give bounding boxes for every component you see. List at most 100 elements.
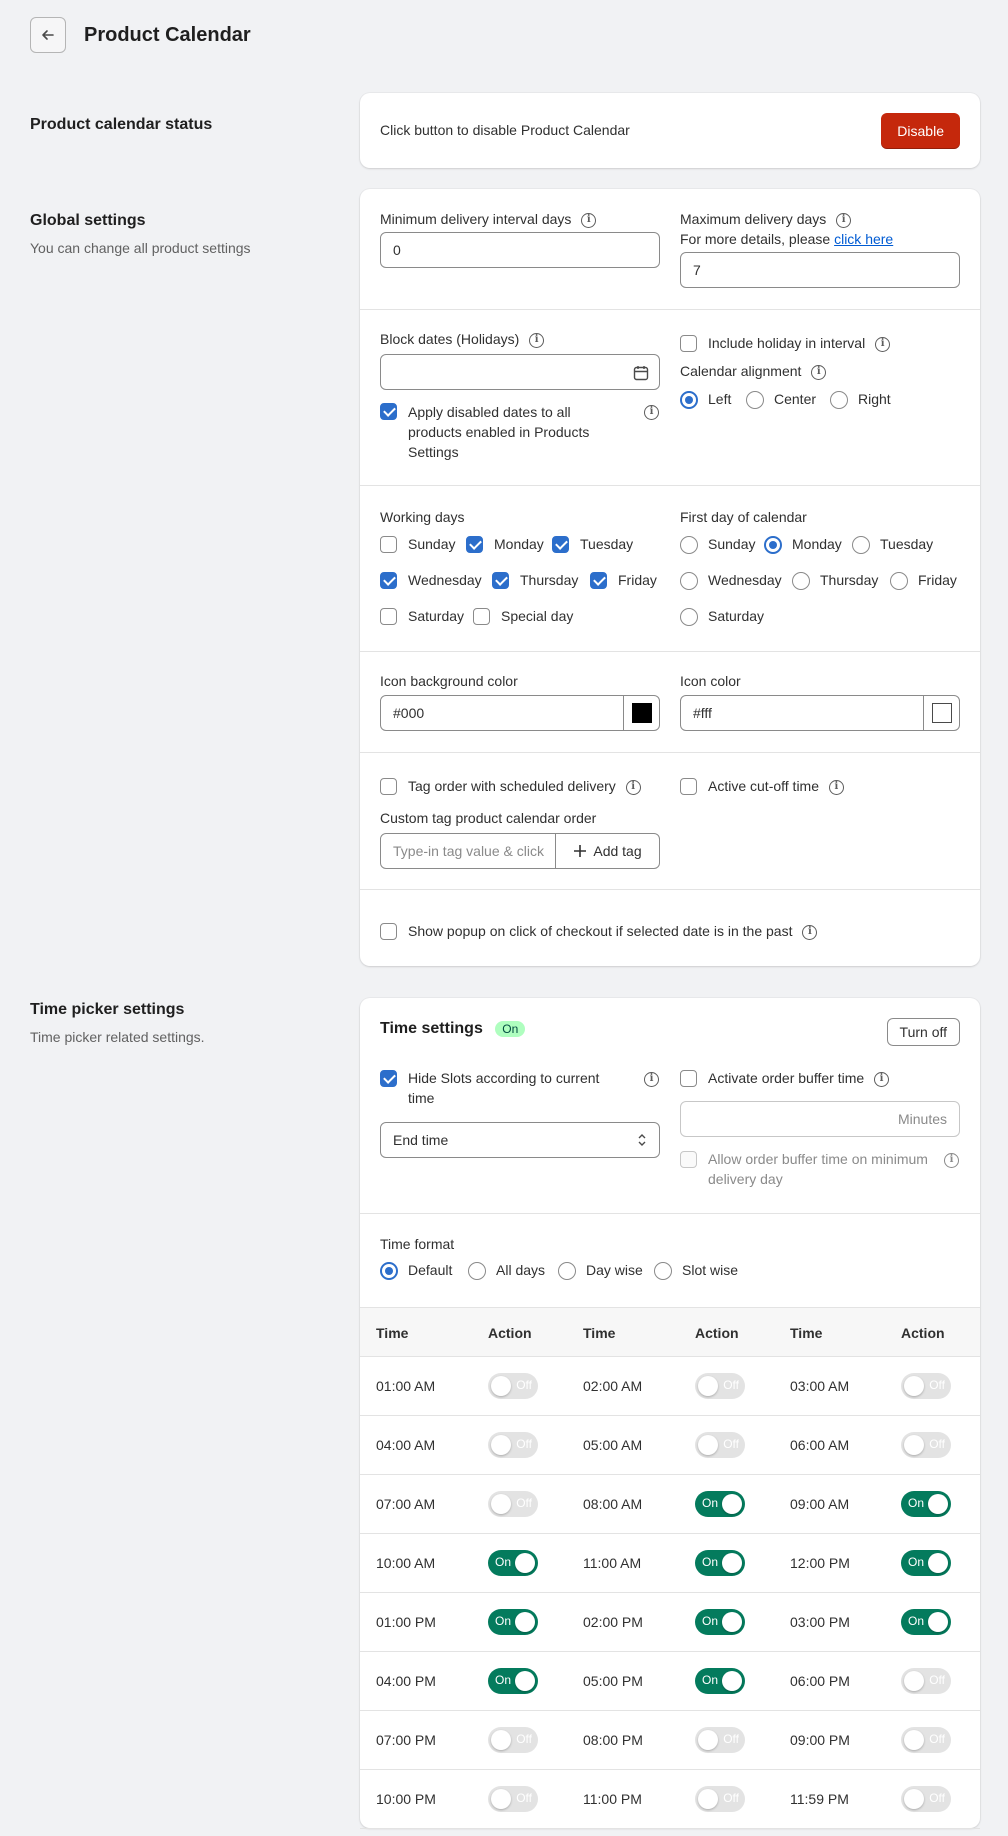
global-heading: Global settings: [30, 212, 146, 229]
tag-order-checkbox[interactable]: [380, 778, 397, 795]
first-day-thursday-radio[interactable]: [792, 572, 810, 590]
disable-button[interactable]: Disable: [881, 113, 960, 149]
alignment-center-radio[interactable]: [746, 391, 764, 409]
back-button[interactable]: [30, 17, 66, 53]
info-icon[interactable]: i: [529, 332, 545, 348]
alignment-right-radio[interactable]: [830, 391, 848, 409]
arrow-left-icon: [42, 30, 54, 40]
time-slot-toggle[interactable]: On: [901, 1491, 951, 1517]
working-day-monday-checkbox[interactable]: [466, 536, 483, 553]
info-icon[interactable]: i: [811, 364, 827, 380]
time-slot-toggle[interactable]: On: [488, 1550, 538, 1576]
working-day-sunday-label: Sunday: [408, 536, 456, 552]
include-holiday-checkbox[interactable]: [680, 335, 697, 352]
hide-slots-checkbox[interactable]: [380, 1070, 397, 1087]
time-slot-toggle[interactable]: Off: [488, 1432, 538, 1458]
info-icon[interactable]: i: [625, 779, 641, 795]
custom-tag-input[interactable]: Type-in tag value & click: [381, 843, 555, 859]
toggle-knob: [698, 1435, 718, 1455]
end-time-select[interactable]: End time: [380, 1122, 660, 1158]
minutes-input[interactable]: Minutes: [680, 1101, 960, 1137]
time-slot-toggle[interactable]: On: [695, 1550, 745, 1576]
buffer-time-checkbox[interactable]: [680, 1070, 697, 1087]
time-slot-toggle[interactable]: Off: [901, 1727, 951, 1753]
table-row: 10:00 AM On 11:00 AM On 12:00 PM On: [360, 1534, 980, 1593]
max-delivery-input[interactable]: 7: [680, 252, 960, 288]
min-delivery-input[interactable]: 0: [380, 232, 660, 268]
info-icon[interactable]: i: [874, 1071, 890, 1087]
time-format-day-wise-radio[interactable]: [558, 1262, 576, 1280]
icon-color-swatch[interactable]: [923, 696, 959, 730]
allow-buffer-checkbox[interactable]: [680, 1151, 697, 1168]
info-icon[interactable]: i: [836, 212, 852, 228]
info-icon[interactable]: i: [828, 779, 844, 795]
time-slot-label: 02:00 AM: [583, 1378, 643, 1394]
icon-bg-input[interactable]: #000: [380, 695, 660, 731]
toggle-state-label: Off: [929, 1732, 945, 1746]
info-icon[interactable]: i: [644, 1072, 659, 1087]
time-slot-toggle[interactable]: Off: [695, 1373, 745, 1399]
time-slot-toggle[interactable]: On: [488, 1609, 538, 1635]
first-day-sunday-label: Sunday: [708, 536, 756, 552]
time-slot-toggle[interactable]: Off: [488, 1373, 538, 1399]
toggle-knob: [491, 1376, 511, 1396]
block-dates-input[interactable]: [380, 354, 660, 390]
calendar-icon[interactable]: [633, 365, 649, 381]
icon-color-input[interactable]: #fff: [680, 695, 960, 731]
time-slot-toggle[interactable]: On: [695, 1609, 745, 1635]
alignment-left-radio[interactable]: [680, 391, 698, 409]
time-slot-toggle[interactable]: On: [901, 1550, 951, 1576]
turn-off-button[interactable]: Turn off: [886, 1018, 960, 1046]
time-slot-toggle[interactable]: Off: [695, 1727, 745, 1753]
working-day-wednesday-checkbox[interactable]: [380, 572, 397, 589]
add-tag-button[interactable]: Add tag: [555, 834, 659, 868]
time-slot-label: 08:00 AM: [583, 1496, 643, 1512]
first-day-monday-radio[interactable]: [764, 536, 782, 554]
block-dates-label-text: Block dates (Holidays): [380, 331, 520, 347]
time-slot-toggle[interactable]: Off: [901, 1668, 951, 1694]
time-slot-toggle[interactable]: On: [695, 1668, 745, 1694]
time-slot-toggle[interactable]: Off: [488, 1491, 538, 1517]
show-popup-checkbox[interactable]: [380, 923, 397, 940]
first-day-wednesday-radio[interactable]: [680, 572, 698, 590]
toggle-knob: [928, 1553, 948, 1573]
apply-disabled-checkbox[interactable]: [380, 403, 397, 420]
time-slot-toggle[interactable]: Off: [488, 1786, 538, 1812]
first-day-sunday-radio[interactable]: [680, 536, 698, 554]
time-slot-toggle[interactable]: Off: [901, 1373, 951, 1399]
time-format-default-radio[interactable]: [380, 1262, 398, 1280]
time-slot-toggle[interactable]: Off: [901, 1432, 951, 1458]
special-day-checkbox[interactable]: [473, 608, 490, 625]
time-slot-label: 02:00 PM: [583, 1614, 643, 1630]
time-slot-toggle[interactable]: On: [695, 1491, 745, 1517]
time-format-slot-wise-radio[interactable]: [654, 1262, 672, 1280]
working-day-sunday-checkbox[interactable]: [380, 536, 397, 553]
working-day-tuesday-checkbox[interactable]: [552, 536, 569, 553]
time-slot-toggle[interactable]: Off: [901, 1786, 951, 1812]
time-slot-toggle[interactable]: Off: [488, 1727, 538, 1753]
toggle-knob: [904, 1376, 924, 1396]
icon-bg-swatch[interactable]: [623, 696, 659, 730]
time-slot-toggle[interactable]: Off: [695, 1432, 745, 1458]
working-day-friday-checkbox[interactable]: [590, 572, 607, 589]
show-popup-label-text: Show popup on click of checkout if selec…: [408, 923, 793, 939]
first-day-saturday-radio[interactable]: [680, 608, 698, 626]
time-format-all-days-radio[interactable]: [468, 1262, 486, 1280]
time-slot-toggle[interactable]: On: [488, 1668, 538, 1694]
working-day-saturday-checkbox[interactable]: [380, 608, 397, 625]
info-icon[interactable]: i: [944, 1153, 959, 1168]
first-day-tuesday-radio[interactable]: [852, 536, 870, 554]
time-slot-toggle[interactable]: Off: [695, 1786, 745, 1812]
toggle-knob: [904, 1730, 924, 1750]
info-icon[interactable]: i: [581, 212, 597, 228]
click-here-link[interactable]: click here: [834, 231, 893, 247]
info-icon[interactable]: i: [875, 336, 891, 352]
info-icon[interactable]: i: [644, 405, 659, 420]
active-cutoff-checkbox[interactable]: [680, 778, 697, 795]
time-slot-toggle[interactable]: On: [901, 1609, 951, 1635]
table-row: 07:00 AM Off 08:00 AM On 09:00 AM On: [360, 1475, 980, 1534]
first-day-friday-radio[interactable]: [890, 572, 908, 590]
column-header-time: Time: [790, 1325, 823, 1341]
working-day-thursday-checkbox[interactable]: [492, 572, 509, 589]
info-icon[interactable]: i: [802, 924, 818, 940]
